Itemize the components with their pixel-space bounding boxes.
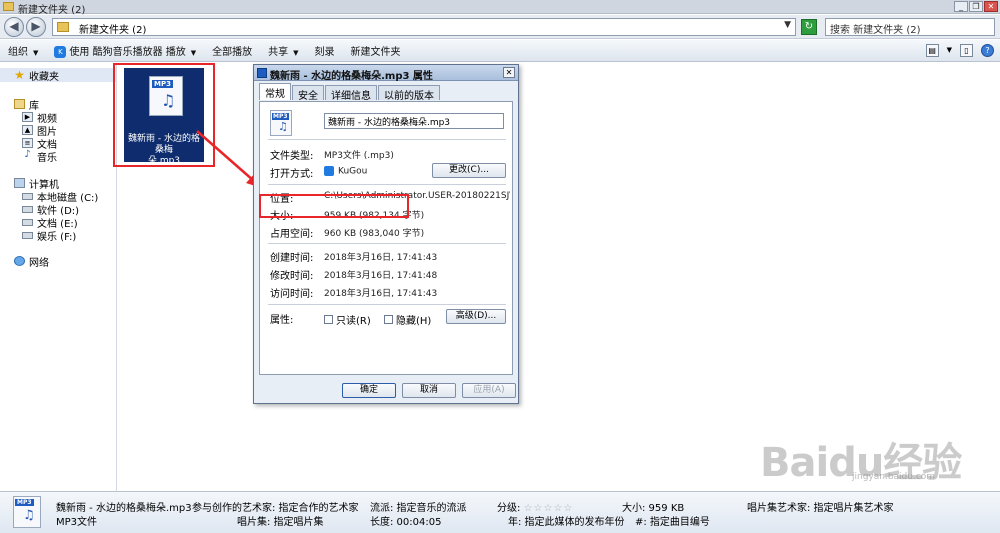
size-highlight-box bbox=[259, 194, 409, 218]
chevron-down-icon[interactable]: ▼ bbox=[784, 20, 791, 30]
video-icon: ▶ bbox=[22, 112, 33, 122]
size-on-disk-label: 占用空间: bbox=[270, 229, 314, 240]
mp3-file-icon: MP3 ♫ bbox=[13, 496, 41, 528]
hidden-checkbox[interactable]: 隐藏(H) bbox=[384, 312, 431, 327]
apply-button[interactable]: 应用(A) bbox=[462, 383, 516, 398]
accessed-label: 访问时间: bbox=[270, 289, 314, 300]
nav-libraries[interactable]: 库 bbox=[14, 97, 39, 112]
baidu-watermark: Baidu经验 jingyan.baidu.com bbox=[760, 440, 962, 486]
play-with-kugou-button[interactable]: K 使用 酷狗音乐播放器 播放 ▼ bbox=[46, 43, 204, 58]
accessed-value: 2018年3月16日, 17:41:43 bbox=[324, 289, 438, 299]
details-type: MP3文件 bbox=[56, 517, 98, 528]
library-icon bbox=[14, 99, 25, 109]
breadcrumb[interactable]: 新建文件夹 (2) bbox=[79, 21, 146, 36]
properties-dialog: 魏新雨 - 水边的格桑梅朵.mp3 属性 ✕ 常规 安全 详细信息 以前的版本 … bbox=[253, 64, 519, 404]
dialog-title: 魏新雨 - 水边的格桑梅朵.mp3 属性 bbox=[270, 71, 433, 82]
share-menu[interactable]: 共享 ▼ bbox=[260, 43, 306, 58]
dialog-close-button[interactable]: ✕ bbox=[503, 67, 515, 78]
nav-drive-f[interactable]: 娱乐 (F:) bbox=[22, 228, 76, 243]
network-icon bbox=[14, 256, 25, 266]
type-label: 文件类型: bbox=[270, 151, 314, 162]
opens-with-label: 打开方式: bbox=[270, 169, 314, 180]
chevron-down-icon[interactable]: ▼ bbox=[947, 44, 952, 57]
details-length: 长度: 00:04:05 bbox=[370, 517, 442, 528]
mp3-file-icon: MP3 ♫ bbox=[270, 110, 292, 136]
created-value: 2018年3月16日, 17:41:43 bbox=[324, 253, 438, 263]
drive-icon bbox=[22, 205, 33, 213]
preview-pane-icon[interactable]: ▯ bbox=[960, 44, 973, 57]
created-label: 创建时间: bbox=[270, 253, 314, 264]
address-field[interactable]: 新建文件夹 (2) ▼ bbox=[52, 18, 796, 36]
help-icon[interactable]: ? bbox=[981, 44, 994, 57]
details-size: 大小: 959 KB bbox=[622, 503, 685, 514]
maximize-button[interactable]: ❐ bbox=[969, 1, 983, 12]
search-input[interactable]: 搜索 新建文件夹 (2) bbox=[825, 18, 995, 36]
play-all-button[interactable]: 全部播放 bbox=[204, 43, 260, 58]
readonly-checkbox[interactable]: 只读(R) bbox=[324, 312, 371, 327]
tab-previous-versions[interactable]: 以前的版本 bbox=[378, 85, 440, 102]
advanced-button[interactable]: 高级(D)... bbox=[446, 309, 506, 324]
tab-general[interactable]: 常规 bbox=[259, 83, 291, 100]
nav-library-music[interactable]: ♪ 音乐 bbox=[22, 149, 57, 164]
dialog-title-bar: 魏新雨 - 水边的格桑梅朵.mp3 属性 ✕ bbox=[254, 65, 518, 82]
burn-button[interactable]: 刻录 bbox=[307, 43, 343, 58]
drive-icon bbox=[22, 192, 33, 200]
kugou-icon bbox=[324, 166, 334, 176]
organize-menu[interactable]: 组织 ▼ bbox=[0, 43, 46, 58]
chevron-down-icon: ▼ bbox=[293, 49, 299, 57]
details-track[interactable]: #: 指定曲目编号 bbox=[635, 513, 710, 528]
modified-label: 修改时间: bbox=[270, 271, 314, 282]
attributes-label: 属性: bbox=[270, 315, 294, 326]
dialog-tabs: 常规 安全 详细信息 以前的版本 bbox=[259, 83, 441, 102]
size-on-disk-value: 960 KB (983,040 字节) bbox=[324, 229, 425, 239]
window-title: 新建文件夹 (2) bbox=[18, 5, 86, 16]
details-rating[interactable]: 分级: ☆☆☆☆☆ bbox=[497, 499, 573, 514]
folder-icon bbox=[57, 22, 69, 32]
folder-icon bbox=[3, 2, 14, 11]
details-album[interactable]: 唱片集: 指定唱片集 bbox=[237, 513, 324, 528]
document-icon: ≡ bbox=[22, 138, 33, 148]
details-album-artist[interactable]: 唱片集艺术家: 指定唱片集艺术家 bbox=[747, 499, 894, 514]
forward-button[interactable]: ▶ bbox=[26, 17, 46, 37]
chevron-down-icon: ▼ bbox=[33, 49, 39, 57]
nav-network[interactable]: 网络 bbox=[14, 254, 49, 269]
details-filename: 魏新雨 - 水边的格桑梅朵.mp3 bbox=[56, 503, 192, 514]
type-value: MP3文件 (.mp3) bbox=[324, 151, 394, 161]
star-icon: ★ bbox=[14, 68, 25, 82]
cancel-button[interactable]: 取消 bbox=[402, 383, 456, 398]
opens-with-value: KuGou bbox=[324, 166, 367, 177]
new-folder-button[interactable]: 新建文件夹 bbox=[343, 43, 409, 58]
navigation-pane: ★ 收藏夹 库 ▶ 视频 ▲ 图片 ≡ 文档 ♪ 音乐 计算机 本地磁盘 (C:) 软件 … bbox=[0, 63, 117, 491]
modified-value: 2018年3月16日, 17:41:48 bbox=[324, 271, 438, 281]
command-bar: 组织 ▼ K 使用 酷狗音乐播放器 播放 ▼ 全部播放 共享 ▼ 刻录 新建文件夹 ▤ … bbox=[0, 40, 1000, 62]
details-year[interactable]: 年: 指定此媒体的发布年份 bbox=[508, 513, 625, 528]
address-bar-row: ◀ ▶ 新建文件夹 (2) ▼ ↻ 搜索 新建文件夹 (2) bbox=[0, 15, 1000, 39]
chevron-down-icon: ▼ bbox=[190, 49, 197, 57]
drive-icon bbox=[22, 231, 33, 239]
ok-button[interactable]: 确定 bbox=[342, 383, 396, 398]
tab-security[interactable]: 安全 bbox=[292, 85, 324, 102]
file-name-field[interactable]: 魏新雨 - 水边的格桑梅朵.mp3 bbox=[324, 113, 504, 129]
details-genre[interactable]: 流派: 指定音乐的流派 bbox=[370, 499, 467, 514]
view-options-icon[interactable]: ▤ bbox=[925, 44, 939, 57]
change-button[interactable]: 更改(C)... bbox=[432, 163, 506, 178]
kugou-icon: K bbox=[54, 46, 67, 58]
title-bar: 新建文件夹 (2) _ ❐ ✕ bbox=[0, 0, 1000, 16]
close-button[interactable]: ✕ bbox=[984, 1, 998, 12]
refresh-icon[interactable]: ↻ bbox=[801, 19, 817, 35]
nav-favorites[interactable]: ★ 收藏夹 bbox=[0, 68, 116, 83]
general-panel: MP3 ♫ 魏新雨 - 水边的格桑梅朵.mp3 文件类型: MP3文件 (.mp3… bbox=[259, 101, 513, 375]
drive-icon bbox=[22, 218, 33, 226]
computer-icon bbox=[14, 178, 25, 188]
details-artist[interactable]: 参与创作的艺术家: 指定合作的艺术家 bbox=[192, 499, 359, 514]
mp3-file-icon bbox=[257, 68, 267, 78]
tab-details[interactable]: 详细信息 bbox=[325, 85, 377, 102]
window-controls: _ ❐ ✕ bbox=[954, 1, 998, 12]
picture-icon: ▲ bbox=[22, 125, 33, 135]
details-pane: MP3 ♫ 魏新雨 - 水边的格桑梅朵.mp3 MP3文件 参与创作的艺术家: 指… bbox=[0, 491, 1000, 533]
minimize-button[interactable]: _ bbox=[954, 1, 968, 12]
back-button[interactable]: ◀ bbox=[4, 17, 24, 37]
music-icon: ♪ bbox=[24, 149, 31, 160]
file-highlight-box bbox=[113, 63, 215, 167]
